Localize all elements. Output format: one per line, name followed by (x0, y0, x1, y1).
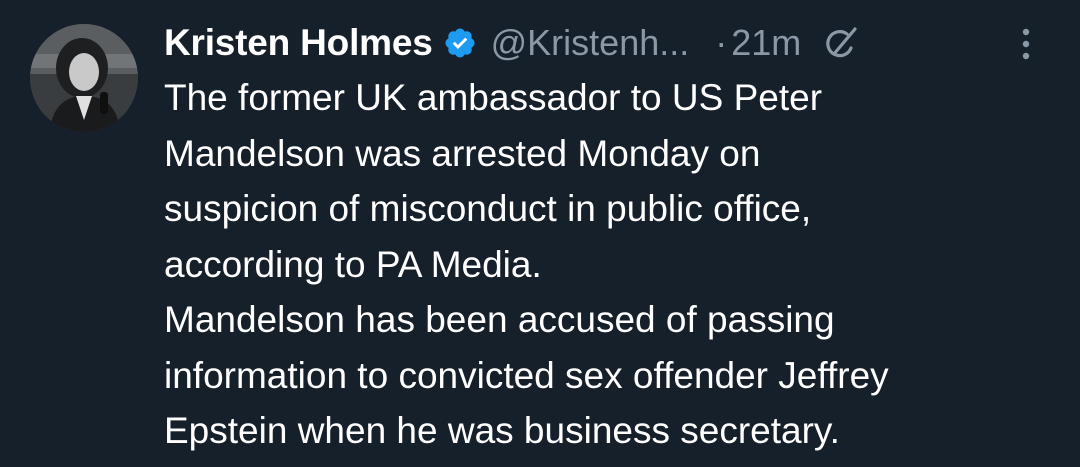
tweet-text: The former UK ambassador to US Peter Man… (164, 70, 1064, 459)
tweet-text-line: Mandelson has been accused of passing (164, 299, 835, 340)
separator-dot: · (715, 22, 728, 63)
tweet-header: Kristen Holmes @Kristenh... · 21m (164, 18, 1054, 68)
tweet-text-line: The former UK ambassador to US Peter (164, 77, 823, 118)
tweet-text-line: suspicion of misconduct in public office… (164, 188, 812, 229)
tweet[interactable]: Kristen Holmes @Kristenh... · 21m The fo… (0, 0, 1080, 467)
tweet-text-line: information to convicted sex offender Je… (164, 354, 889, 396)
verified-badge-icon (443, 26, 477, 60)
grok-icon[interactable] (821, 23, 861, 63)
author-handle[interactable]: @Kristenh... (491, 22, 690, 64)
avatar-photo-icon (30, 24, 138, 132)
author-display-name[interactable]: Kristen Holmes (164, 22, 433, 64)
tweet-text-line: Mandelson was arrested Monday on (164, 132, 761, 174)
tweet-text-line: Epstein when he was business secretary. (164, 410, 840, 451)
more-options-icon[interactable] (1008, 22, 1044, 66)
timestamp[interactable]: 21m (731, 22, 801, 64)
avatar[interactable] (30, 24, 138, 132)
tweet-text-line: according to PA Media. (164, 243, 542, 285)
